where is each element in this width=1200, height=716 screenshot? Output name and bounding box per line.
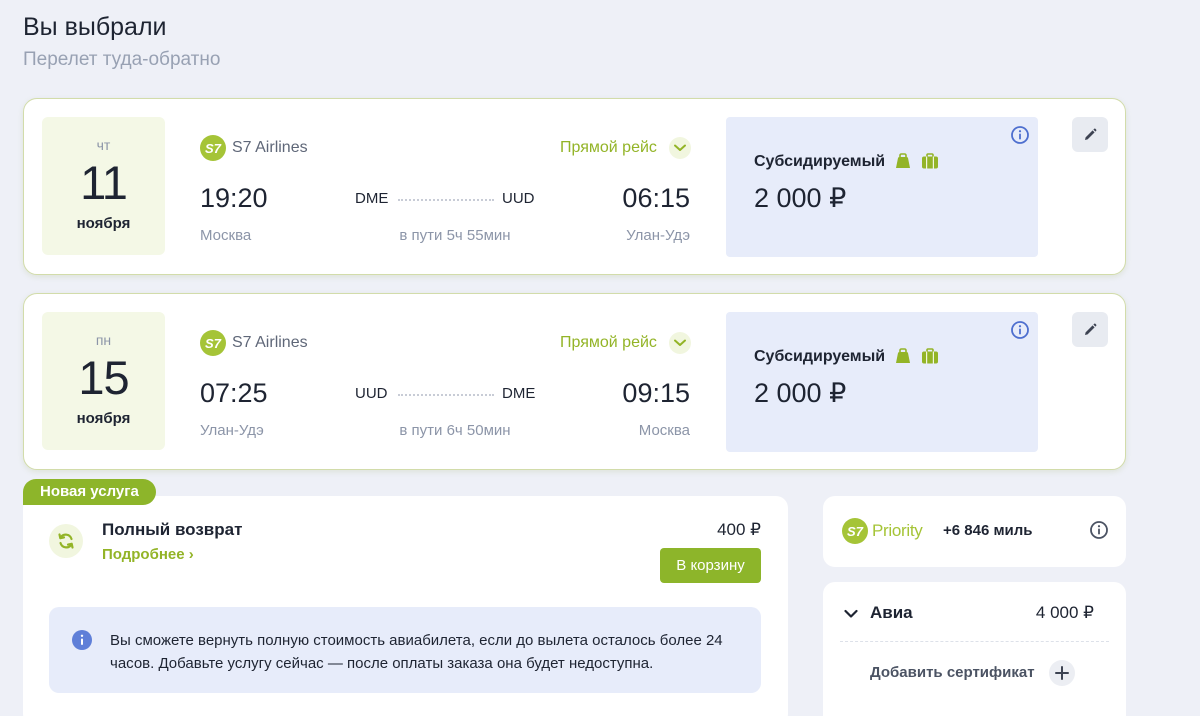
flight-card-return: пн 15 ноября S7 S7 Airlines Прямой рейс … (23, 293, 1126, 470)
date-month: ноября (76, 215, 131, 232)
arrival-city: Москва (638, 422, 690, 439)
fare-box[interactable]: Субсидируемый 2 000 ₽ (726, 312, 1038, 452)
departure-city: Улан-Удэ (200, 422, 264, 439)
info-icon[interactable] (1089, 520, 1109, 545)
info-icon[interactable] (1010, 125, 1030, 150)
service-note: Вы сможете вернуть полную стоимость авиа… (49, 607, 761, 693)
fare-price: 2 000 ₽ (754, 378, 847, 408)
arrival-time: 06:15 (622, 183, 690, 213)
arrival-time: 09:15 (622, 378, 690, 408)
avia-price: 4 000 ₽ (1035, 603, 1094, 622)
fare-name: Субсидируемый (754, 348, 886, 365)
page-title: Вы выбрали (23, 13, 167, 41)
fare-box[interactable]: Субсидируемый 2 000 ₽ (726, 117, 1038, 257)
avia-label[interactable]: Авиа (870, 603, 913, 623)
service-title: Полный возврат (102, 520, 243, 539)
info-icon[interactable] (1010, 320, 1030, 345)
departure-airport-code: UUD (355, 385, 388, 402)
pencil-icon (1085, 323, 1097, 335)
departure-time: 19:20 (200, 183, 268, 213)
pencil-icon (1085, 128, 1097, 140)
more-link[interactable]: Подробнее › (102, 546, 194, 563)
arrival-airport-code: UUD (502, 190, 535, 207)
fare-name: Субсидируемый (754, 153, 886, 170)
departure-airport-code: DME (355, 190, 389, 207)
fare-icons (894, 348, 939, 364)
refresh-icon (49, 524, 83, 558)
fare-icons (894, 153, 939, 169)
direct-flight-toggle[interactable]: Прямой рейс (560, 139, 657, 157)
fare-price: 2 000 ₽ (754, 183, 847, 213)
arrival-city: Улан-Удэ (626, 227, 690, 244)
route-line (398, 199, 494, 201)
date-weekday: чт (96, 137, 111, 153)
departure-time: 07:25 (200, 378, 268, 408)
departure-city: Москва (200, 227, 252, 244)
date-month: ноября (76, 410, 131, 427)
new-service-badge: Новая услуга (23, 479, 156, 505)
chevron-down-icon[interactable] (844, 606, 858, 624)
date-day: 15 (78, 351, 129, 404)
flight-duration: в пути 5ч 55мин (399, 227, 511, 244)
priority-label: Priority (872, 521, 923, 540)
date-day: 11 (80, 156, 128, 209)
chevron-down-icon[interactable] (669, 332, 691, 354)
add-to-cart-button[interactable]: В корзину (660, 548, 761, 583)
hand-luggage-icon (896, 348, 910, 363)
flight-card-outbound: чт 11 ноября S7 S7 Airlines Прямой рейс … (23, 98, 1126, 275)
page-subtitle: Перелет туда-обратно (23, 49, 221, 70)
flight-duration: в пути 6ч 50мин (399, 422, 511, 439)
order-summary-card: Авиа 4 000 ₽ Добавить сертификат (823, 582, 1126, 716)
edit-button[interactable] (1072, 117, 1108, 152)
s7-logo-icon: S7 (200, 330, 226, 356)
date-box: чт 11 ноября (42, 117, 165, 255)
divider (840, 641, 1109, 642)
baggage-icon (922, 348, 938, 364)
s7-logo-icon: S7 (842, 518, 868, 544)
note-text: Вы сможете вернуть полную стоимость авиа… (110, 632, 723, 672)
airline-name: S7 Airlines (232, 139, 308, 156)
route-line (398, 394, 494, 396)
date-weekday: пн (95, 332, 112, 348)
hand-luggage-icon (896, 153, 910, 168)
priority-card: S7 Priority +6 846 миль (823, 496, 1126, 567)
date-box: пн 15 ноября (42, 312, 165, 450)
service-price: 400 ₽ (717, 520, 761, 539)
chevron-down-icon[interactable] (669, 137, 691, 159)
info-icon (71, 629, 93, 656)
refund-service-card: Полный возврат Подробнее › 400 ₽ В корзи… (23, 496, 788, 716)
arrival-airport-code: DME (502, 385, 536, 402)
edit-button[interactable] (1072, 312, 1108, 347)
baggage-icon (922, 153, 938, 169)
add-certificate-label[interactable]: Добавить сертификат (870, 664, 1035, 681)
plus-icon[interactable] (1049, 660, 1075, 686)
airline-name: S7 Airlines (232, 334, 308, 351)
direct-flight-toggle[interactable]: Прямой рейс (560, 334, 657, 352)
s7-logo-icon: S7 (200, 135, 226, 161)
miles-count: +6 846 миль (943, 522, 1033, 539)
